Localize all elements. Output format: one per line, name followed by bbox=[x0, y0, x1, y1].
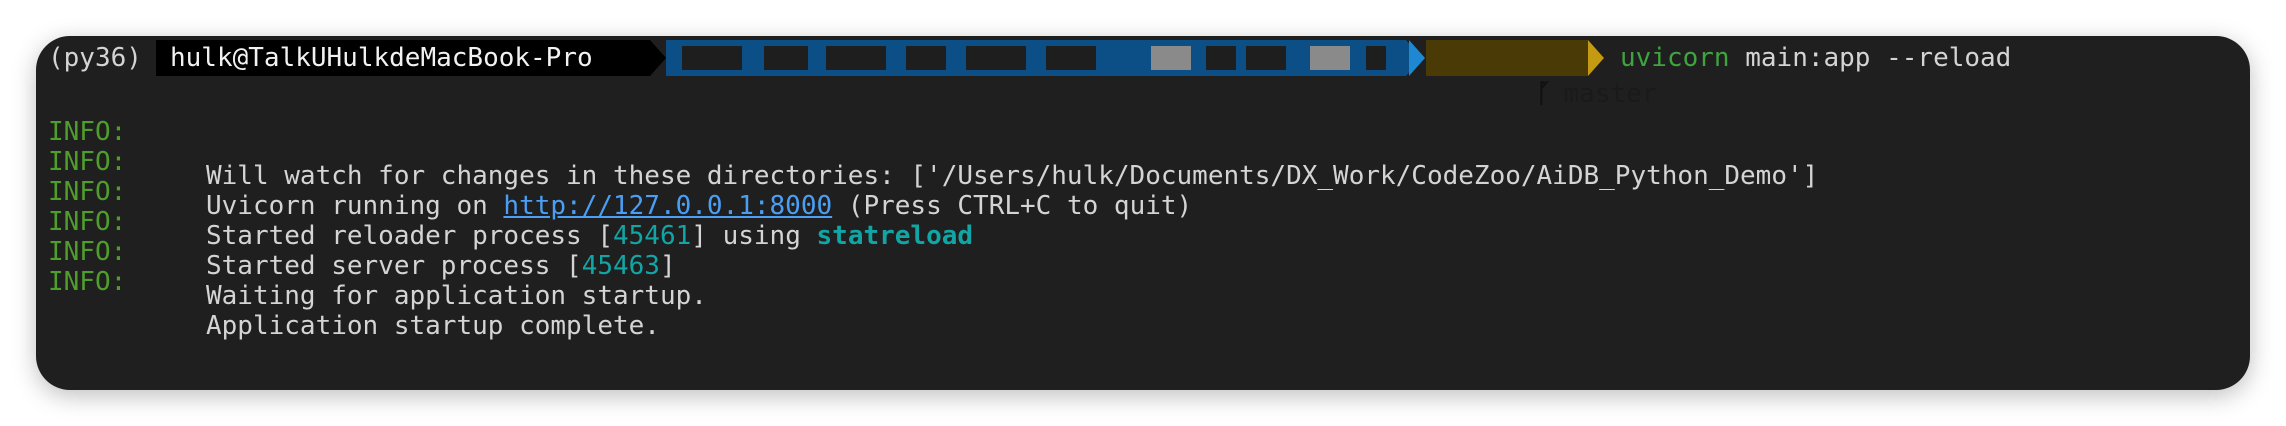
log-line: INFO: Application startup complete. bbox=[36, 216, 2250, 341]
terminal-window[interactable]: (py36) hulk@TalkUHulkdeMacBook-Pro ᚵ mast… bbox=[36, 36, 2250, 390]
log-message: Application startup complete. bbox=[206, 311, 660, 341]
log-level: INFO: bbox=[48, 267, 127, 297]
